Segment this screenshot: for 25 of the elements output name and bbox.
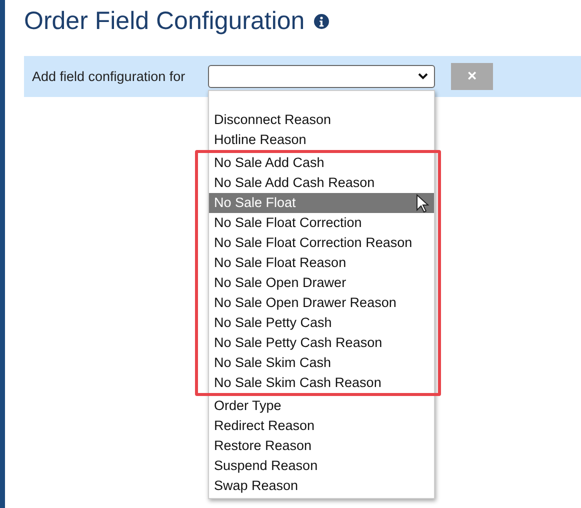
mouse-pointer-icon xyxy=(416,194,430,214)
chevron-down-icon xyxy=(418,73,428,80)
dropdown-option[interactable]: No Sale Float xyxy=(209,193,434,213)
dropdown-option[interactable]: No Sale Float Correction xyxy=(209,213,434,233)
dropdown-option[interactable]: Hotline Reason xyxy=(209,130,434,150)
dropdown-option[interactable]: No Sale Skim Cash Reason xyxy=(209,373,434,393)
page-title: Order Field Configuration xyxy=(24,6,305,36)
dropdown-option[interactable]: Disconnect Reason xyxy=(209,110,434,130)
select-field[interactable] xyxy=(208,65,435,88)
dropdown-option[interactable]: No Sale Float Correction Reason xyxy=(209,233,434,253)
dropdown-option[interactable]: Swap Reason xyxy=(209,476,434,496)
field-label: Add field configuration for xyxy=(32,69,186,84)
dropdown-option[interactable]: Restore Reason xyxy=(209,436,434,456)
dropdown-option[interactable]: Redirect Reason xyxy=(209,416,434,436)
dropdown-option[interactable]: No Sale Petty Cash xyxy=(209,313,434,333)
dropdown-option[interactable]: No Sale Open Drawer xyxy=(209,273,434,293)
dropdown-option[interactable]: No Sale Add Cash Reason xyxy=(209,173,434,193)
dropdown-option[interactable]: No Sale Skim Cash xyxy=(209,353,434,373)
dropdown-option[interactable]: No Sale Open Drawer Reason xyxy=(209,293,434,313)
info-icon[interactable] xyxy=(314,14,329,28)
dropdown-option[interactable]: No Sale Float Reason xyxy=(209,253,434,273)
dropdown-option[interactable]: Suspend Reason xyxy=(209,456,434,476)
dropdown-option[interactable]: No Sale Add Cash xyxy=(209,153,434,173)
dropdown-option[interactable]: Order Type xyxy=(209,396,434,416)
dropdown-option[interactable]: No Sale Petty Cash Reason xyxy=(209,333,434,353)
